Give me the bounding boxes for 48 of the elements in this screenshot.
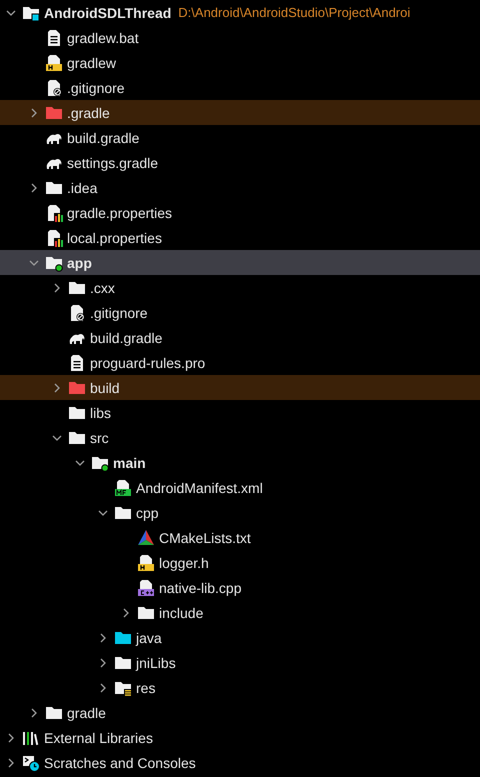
chevron-right-icon[interactable] — [98, 682, 108, 692]
chevron-down-icon[interactable] — [29, 258, 39, 268]
chevron-right-icon[interactable] — [29, 182, 39, 192]
item-label[interactable]: include — [159, 604, 204, 620]
chevron-right-icon[interactable] — [121, 608, 131, 618]
chevron-down-icon[interactable] — [6, 8, 16, 18]
item-label[interactable]: res — [136, 680, 156, 696]
item-label[interactable]: Scratches and Consoles — [44, 754, 196, 770]
item-label[interactable]: AndroidManifest.xml — [136, 480, 263, 496]
chevron-down-icon[interactable] — [75, 458, 85, 468]
chevron-down-icon[interactable] — [52, 432, 62, 442]
item-label[interactable]: native-lib.cpp — [159, 580, 242, 596]
chevron-right-icon[interactable] — [29, 108, 39, 118]
chevron-right-icon[interactable] — [6, 732, 16, 742]
item-label[interactable]: src — [90, 430, 109, 446]
item-label[interactable]: External Libraries — [44, 730, 153, 746]
item-label[interactable]: gradlew — [67, 54, 116, 70]
chevron-right-icon[interactable] — [6, 758, 16, 768]
item-label[interactable]: .gradle — [67, 104, 110, 120]
chevron-right-icon[interactable] — [29, 708, 39, 718]
item-label[interactable]: cpp — [136, 504, 159, 520]
item-label[interactable]: java — [136, 630, 162, 646]
project-path: D:\Android\AndroidStudio\Project\Androi — [178, 5, 410, 20]
item-label[interactable]: libs — [90, 404, 112, 420]
chevron-right-icon[interactable] — [52, 282, 62, 292]
item-label[interactable]: .gitignore — [90, 304, 148, 320]
item-label[interactable]: settings.gradle — [67, 154, 158, 170]
item-label[interactable]: build.gradle — [67, 130, 140, 146]
item-label[interactable]: gradlew.bat — [67, 30, 139, 46]
item-label[interactable]: app — [67, 254, 92, 270]
item-label[interactable]: build — [90, 380, 120, 396]
chevron-right-icon[interactable] — [52, 382, 62, 392]
item-label[interactable]: main — [113, 454, 146, 470]
chevron-down-icon[interactable] — [98, 508, 108, 518]
item-label[interactable]: .idea — [67, 180, 98, 196]
item-label[interactable]: proguard-rules.pro — [90, 354, 206, 370]
item-label[interactable]: build.gradle — [90, 330, 162, 346]
item-label[interactable]: CMakeLists.txt — [159, 530, 251, 546]
item-label[interactable]: logger.h — [159, 554, 209, 570]
item-label[interactable]: gradle.properties — [67, 204, 172, 220]
item-label[interactable]: .cxx — [90, 280, 115, 296]
item-label[interactable]: .gitignore — [67, 80, 125, 96]
item-label[interactable]: gradle — [67, 704, 106, 720]
item-label[interactable]: AndroidSDLThread — [44, 4, 172, 20]
item-label[interactable]: jniLibs — [136, 654, 176, 670]
item-label[interactable]: local.properties — [67, 230, 162, 246]
chevron-right-icon[interactable] — [98, 632, 108, 642]
chevron-right-icon[interactable] — [98, 658, 108, 668]
